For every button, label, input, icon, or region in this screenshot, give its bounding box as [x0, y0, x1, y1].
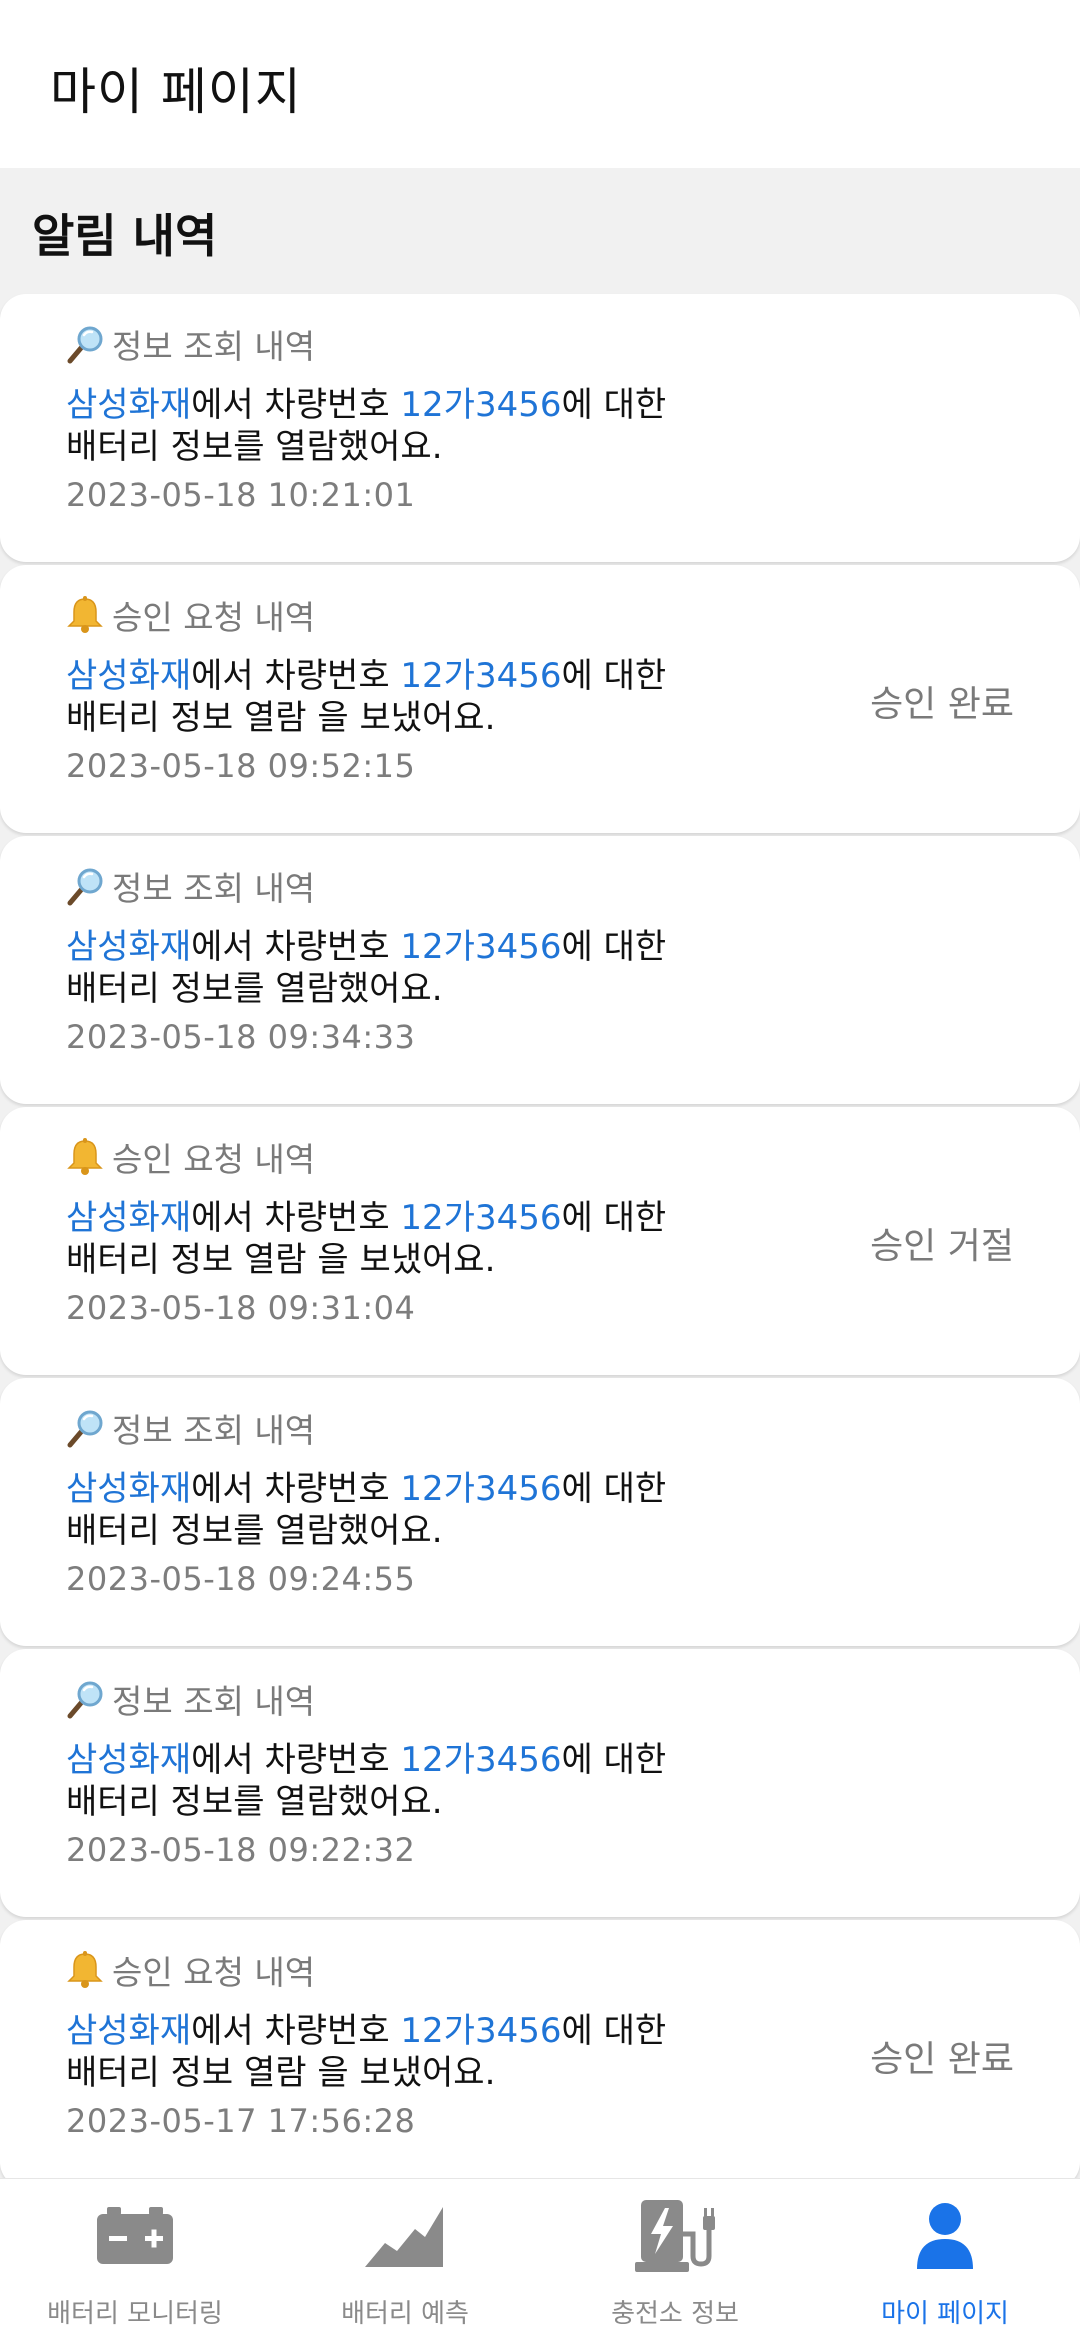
notification-message: 삼성화재에서 차량번호 12가3456에 대한 배터리 정보를 열람했어요. [66, 1739, 786, 1823]
card-header: 정보 조회 내역 [64, 1406, 315, 1450]
message-text: 에서 차량번호 [191, 1198, 401, 1238]
magnifier-icon [64, 865, 106, 907]
app-header: 마이 페이지 [0, 0, 1080, 168]
message-text: 에서 차량번호 [191, 656, 401, 696]
message-text: 배터리 정보를 열람했어요. [66, 1782, 443, 1822]
notification-time: 2023-05-18 09:52:15 [66, 747, 416, 785]
notification-list: 정보 조회 내역 삼성화재에서 차량번호 12가3456에 대한 배터리 정보를… [0, 294, 1080, 2191]
notification-type: 승인 요청 내역 [112, 1953, 316, 1992]
notification-card[interactable]: 승인 요청 내역 삼성화재에서 차량번호 12가3456에 대한 배터리 정보 … [0, 1107, 1080, 1375]
plate-number: 12가3456 [400, 1740, 562, 1780]
message-text: 에서 차량번호 [191, 1469, 401, 1509]
message-text: 에 대한 [561, 1198, 667, 1238]
bottom-nav: 배터리 모니터링 배터리 예측 충전소 정보 마이 페이지 [0, 2178, 1080, 2326]
notification-message: 삼성화재에서 차량번호 12가3456에 대한 배터리 정보를 열람했어요. [66, 926, 786, 1010]
message-text: 에 대한 [561, 1469, 667, 1509]
area-chart-icon [360, 2201, 450, 2271]
magnifier-icon [64, 1407, 106, 1449]
notification-message: 삼성화재에서 차량번호 12가3456에 대한 배터리 정보를 열람했어요. [66, 1468, 786, 1552]
card-header: 승인 요청 내역 [64, 593, 315, 637]
plate-number: 12가3456 [400, 656, 562, 696]
nav-battery-monitoring[interactable]: 배터리 모니터링 [0, 2179, 270, 2326]
approval-status: 승인 완료 [870, 684, 1014, 725]
card-header: 승인 요청 내역 [64, 1948, 315, 1992]
notification-type: 정보 조회 내역 [112, 327, 316, 366]
plate-number: 12가3456 [400, 927, 562, 967]
card-header: 정보 조회 내역 [64, 1677, 315, 1721]
message-text: 에서 차량번호 [191, 1740, 401, 1780]
message-text: 배터리 정보를 열람했어요. [66, 427, 443, 467]
notification-card[interactable]: 정보 조회 내역 삼성화재에서 차량번호 12가3456에 대한 배터리 정보를… [0, 1649, 1080, 1917]
message-text: 에 대한 [561, 2011, 667, 2051]
notification-message: 삼성화재에서 차량번호 12가3456에 대한 배터리 정보 열람 을 보냈어요… [66, 655, 786, 739]
nav-my-page[interactable]: 마이 페이지 [810, 2179, 1080, 2326]
company-name: 삼성화재 [66, 927, 192, 967]
message-text: 에 대한 [561, 656, 667, 696]
message-text: 에서 차량번호 [191, 385, 401, 425]
plate-number: 12가3456 [400, 1469, 562, 1509]
section-title: 알림 내역 [32, 209, 218, 263]
charging-station-icon [630, 2200, 720, 2272]
page-title: 마이 페이지 [50, 63, 302, 121]
notification-card[interactable]: 승인 요청 내역 삼성화재에서 차량번호 12가3456에 대한 배터리 정보 … [0, 565, 1080, 833]
notification-type: 정보 조회 내역 [112, 1411, 316, 1450]
bell-icon [64, 594, 106, 636]
message-text: 에서 차량번호 [191, 2011, 401, 2051]
magnifier-icon [64, 323, 106, 365]
message-text: 배터리 정보 열람 을 보냈어요. [66, 2053, 496, 2093]
card-header: 정보 조회 내역 [64, 322, 315, 366]
message-text: 배터리 정보 열람 을 보냈어요. [66, 1240, 496, 1280]
message-text: 에 대한 [561, 385, 667, 425]
bell-icon [64, 1136, 106, 1178]
bell-icon [64, 1949, 106, 1991]
company-name: 삼성화재 [66, 656, 192, 696]
company-name: 삼성화재 [66, 1198, 192, 1238]
message-text: 배터리 정보를 열람했어요. [66, 1511, 443, 1551]
notification-time: 2023-05-18 09:31:04 [66, 1289, 416, 1327]
notification-time: 2023-05-18 10:21:01 [66, 476, 416, 514]
notification-time: 2023-05-18 09:22:32 [66, 1831, 416, 1869]
notification-card[interactable]: 정보 조회 내역 삼성화재에서 차량번호 12가3456에 대한 배터리 정보를… [0, 294, 1080, 562]
plate-number: 12가3456 [400, 385, 562, 425]
nav-label: 배터리 예측 [341, 2299, 469, 2326]
company-name: 삼성화재 [66, 1740, 192, 1780]
notification-message: 삼성화재에서 차량번호 12가3456에 대한 배터리 정보 열람 을 보냈어요… [66, 1197, 786, 1281]
message-text: 배터리 정보 열람 을 보냈어요. [66, 698, 496, 738]
notification-type: 승인 요청 내역 [112, 1140, 316, 1179]
notification-card[interactable]: 승인 요청 내역 삼성화재에서 차량번호 12가3456에 대한 배터리 정보 … [0, 1920, 1080, 2188]
card-header: 승인 요청 내역 [64, 1135, 315, 1179]
notification-time: 2023-05-18 09:24:55 [66, 1560, 416, 1598]
approval-status: 승인 완료 [870, 2039, 1014, 2080]
company-name: 삼성화재 [66, 385, 192, 425]
notification-message: 삼성화재에서 차량번호 12가3456에 대한 배터리 정보를 열람했어요. [66, 384, 786, 468]
notification-type: 승인 요청 내역 [112, 598, 316, 637]
company-name: 삼성화재 [66, 1469, 192, 1509]
nav-battery-prediction[interactable]: 배터리 예측 [270, 2179, 540, 2326]
message-text: 에 대한 [561, 927, 667, 967]
message-text: 에 대한 [561, 1740, 667, 1780]
nav-charging-station[interactable]: 충전소 정보 [540, 2179, 810, 2326]
notification-card[interactable]: 정보 조회 내역 삼성화재에서 차량번호 12가3456에 대한 배터리 정보를… [0, 836, 1080, 1104]
card-header: 정보 조회 내역 [64, 864, 315, 908]
notification-type: 정보 조회 내역 [112, 869, 316, 908]
battery-icon [90, 2201, 180, 2271]
notification-card[interactable]: 정보 조회 내역 삼성화재에서 차량번호 12가3456에 대한 배터리 정보를… [0, 1378, 1080, 1646]
notification-message: 삼성화재에서 차량번호 12가3456에 대한 배터리 정보 열람 을 보냈어요… [66, 2010, 786, 2094]
notification-type: 정보 조회 내역 [112, 1682, 316, 1721]
plate-number: 12가3456 [400, 2011, 562, 2051]
person-icon [900, 2201, 990, 2271]
approval-status: 승인 거절 [870, 1226, 1014, 1267]
message-text: 에서 차량번호 [191, 927, 401, 967]
plate-number: 12가3456 [400, 1198, 562, 1238]
notification-time: 2023-05-17 17:56:28 [66, 2102, 416, 2140]
nav-label: 마이 페이지 [881, 2299, 1009, 2326]
company-name: 삼성화재 [66, 2011, 192, 2051]
message-text: 배터리 정보를 열람했어요. [66, 969, 443, 1009]
notification-time: 2023-05-18 09:34:33 [66, 1018, 416, 1056]
nav-label: 충전소 정보 [611, 2299, 739, 2326]
magnifier-icon [64, 1678, 106, 1720]
nav-label: 배터리 모니터링 [47, 2299, 223, 2326]
